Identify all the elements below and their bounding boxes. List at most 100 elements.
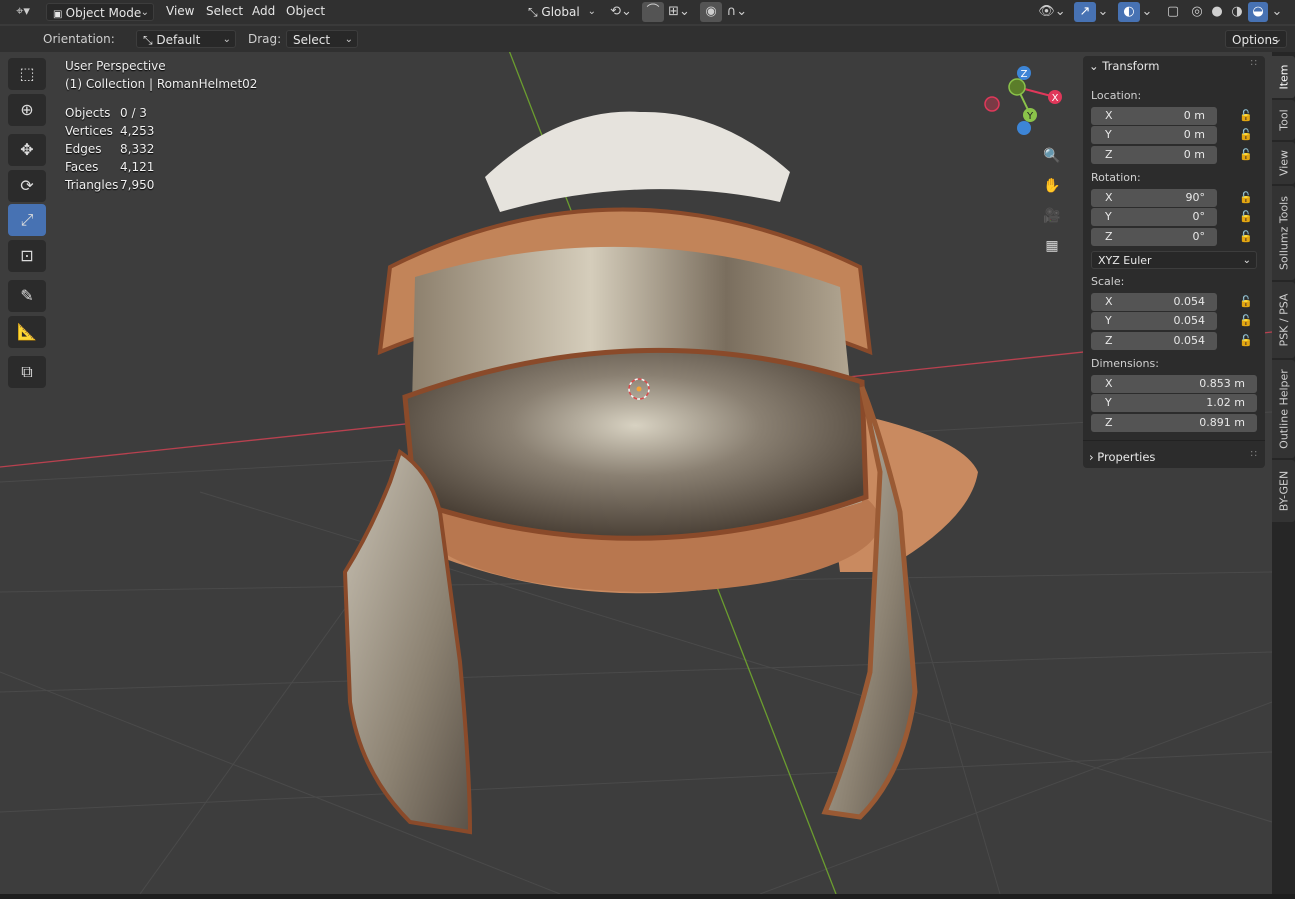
scale-tool[interactable]: ⤢ — [8, 204, 46, 236]
unlock-icon[interactable]: 🔓 — [1239, 230, 1253, 244]
scale-x-field[interactable]: X 0.054 — [1091, 293, 1217, 311]
rotate-tool[interactable]: ⟳ — [8, 170, 46, 202]
gizmo-toggle-icon[interactable]: ↗ — [1074, 2, 1096, 22]
falloff-icon[interactable]: ∩⌄ — [724, 2, 750, 22]
rotation-x-field[interactable]: X 90° — [1091, 189, 1217, 207]
mode-dropdown[interactable]: ▣ Object Mode ⌄ — [46, 3, 154, 21]
move-tool[interactable]: ✥ — [8, 134, 46, 166]
orientation-icon: ⤡ — [528, 5, 542, 19]
unlock-icon[interactable]: 🔓 — [1239, 148, 1253, 162]
menu-add[interactable]: Add — [252, 4, 275, 18]
divider — [1083, 440, 1265, 441]
tab-label: Sollumz Tools — [1277, 196, 1290, 270]
wireframe-shading-icon[interactable]: ◎ — [1188, 2, 1206, 22]
tab-sollumz-tools[interactable]: Sollumz Tools — [1272, 186, 1295, 280]
menu-view[interactable]: View — [166, 4, 194, 18]
chevron-down-icon: ⌄ — [344, 34, 353, 45]
xray-toggle-icon[interactable]: ▢ — [1164, 2, 1182, 22]
stat-value: 4,121 — [120, 160, 155, 174]
axis-label: Z — [1105, 416, 1113, 429]
drag-handle-icon[interactable]: ∷ — [1251, 449, 1257, 460]
unlock-icon[interactable]: 🔓 — [1239, 109, 1253, 123]
solid-shading-icon[interactable]: ● — [1208, 2, 1226, 22]
rotation-y-field[interactable]: Y 0° — [1091, 208, 1217, 226]
tool-settings-bar: Orientation: ⤡ Default ⌄ Drag: Select Bo… — [0, 26, 1295, 65]
chevron-down-icon: ⌄ — [587, 6, 596, 17]
add-cube-tool[interactable]: ⧉ — [8, 356, 46, 388]
axis-label: X — [1105, 377, 1113, 390]
drag-dropdown[interactable]: Select Box ⌄ — [286, 30, 358, 65]
proportional-edit-icon[interactable]: ◉ — [700, 2, 722, 22]
view-name: User Perspective — [65, 59, 166, 73]
dimensions-label: Dimensions: — [1091, 357, 1159, 370]
location-y-field[interactable]: Y 0 m — [1091, 126, 1217, 144]
pan-hand-icon[interactable]: ✋ — [1040, 174, 1064, 198]
unlock-icon[interactable]: 🔓 — [1239, 210, 1253, 224]
tab-psk-psa[interactable]: PSK / PSA — [1272, 282, 1295, 358]
sidebar-tabs: Item Tool View Sollumz Tools PSK / PSA O… — [1272, 52, 1295, 894]
menu-select[interactable]: Select — [206, 4, 243, 18]
transform-panel-header[interactable]: ⌄ Transform — [1089, 59, 1160, 73]
transform-orientation-dropdown[interactable]: ⤡ Global ⌄ — [522, 3, 600, 21]
viewport-header: ⌖▾ ▣ Object Mode ⌄ View Select Add Objec… — [0, 0, 1295, 24]
transform-tool[interactable]: ⊡ — [8, 240, 46, 272]
field-value: 0 m — [1183, 148, 1205, 161]
properties-title: Properties — [1097, 450, 1156, 464]
snap-toggle-icon[interactable]: ⌒ — [642, 2, 664, 22]
scale-y-field[interactable]: Y 0.054 — [1091, 312, 1217, 330]
chevron-down-icon[interactable]: ⌄ — [1096, 2, 1110, 22]
chevron-down-icon[interactable]: ⌄ — [1270, 2, 1284, 22]
material-shading-icon[interactable]: ◑ — [1228, 2, 1246, 22]
status-bar — [0, 894, 1295, 899]
location-z-field[interactable]: Z 0 m — [1091, 146, 1217, 164]
unlock-icon[interactable]: 🔓 — [1239, 191, 1253, 205]
tab-by-gen[interactable]: BY-GEN — [1272, 460, 1295, 522]
dimensions-z-field[interactable]: Z 0.891 m — [1091, 414, 1257, 432]
tab-label: Tool — [1277, 109, 1290, 131]
annotate-tool[interactable]: ✎ — [8, 280, 46, 312]
orientation-dropdown[interactable]: ⤡ Default ⌄ — [136, 30, 236, 48]
scale-z-field[interactable]: Z 0.054 — [1091, 332, 1217, 350]
rendered-shading-icon[interactable]: ◒ — [1248, 2, 1268, 22]
measure-tool[interactable]: 📐 — [8, 316, 46, 348]
unlock-icon[interactable]: 🔓 — [1239, 334, 1253, 348]
orientation-icon: ⤡ — [143, 33, 157, 47]
tab-label: PSK / PSA — [1277, 293, 1290, 347]
pivot-point-icon[interactable]: ⟲⌄ — [606, 2, 636, 22]
rotation-z-field[interactable]: Z 0° — [1091, 228, 1217, 246]
editor-type-icon[interactable]: ⌖▾ — [8, 2, 38, 22]
tab-tool[interactable]: Tool — [1272, 100, 1295, 140]
unlock-icon[interactable]: 🔓 — [1239, 295, 1253, 309]
field-value: 0.054 — [1173, 295, 1206, 308]
chevron-down-icon[interactable]: ⌄ — [1140, 2, 1154, 22]
tab-outline-helper[interactable]: Outline Helper — [1272, 360, 1295, 458]
dimensions-x-field[interactable]: X 0.853 m — [1091, 375, 1257, 393]
stat-label: Edges — [65, 142, 102, 156]
menu-object[interactable]: Object — [286, 4, 325, 18]
snap-target-icon[interactable]: ⊞⌄ — [664, 2, 694, 22]
camera-icon[interactable]: 🎥 — [1040, 204, 1064, 228]
visibility-icon[interactable]: 👁⌄ — [1036, 2, 1068, 22]
overlays-toggle-icon[interactable]: ◐ — [1118, 2, 1140, 22]
rotation-mode-dropdown[interactable]: XYZ Euler ⌄ — [1091, 251, 1257, 269]
drag-handle-icon[interactable]: ∷ — [1251, 58, 1257, 69]
location-label: Location: — [1091, 89, 1142, 102]
zoom-icon[interactable]: 🔍 — [1040, 144, 1064, 168]
move-icon: ✥ — [20, 140, 34, 159]
location-x-field[interactable]: X 0 m — [1091, 107, 1217, 125]
unlock-icon[interactable]: 🔓 — [1239, 314, 1253, 328]
stat-label: Objects — [65, 106, 111, 120]
tab-view[interactable]: View — [1272, 142, 1295, 184]
unlock-icon[interactable]: 🔓 — [1239, 128, 1253, 142]
properties-panel-header[interactable]: › Properties — [1089, 450, 1155, 464]
orientation-value: Default — [156, 33, 201, 47]
options-dropdown[interactable]: Options ⌄ — [1225, 30, 1287, 48]
perspective-grid-icon[interactable]: ▦ — [1040, 234, 1064, 258]
stat-label: Triangles — [65, 178, 119, 192]
select-box-tool[interactable]: ⬚ — [8, 58, 46, 90]
3d-viewport[interactable]: ⬚ ⊕ ✥ ⟳ ⤢ ⊡ ✎ 📐 ⧉ User Perspective (1) C… — [0, 52, 1272, 894]
tab-item[interactable]: Item — [1272, 56, 1295, 98]
navigation-gizmo[interactable]: Z X Y — [980, 62, 1070, 152]
dimensions-y-field[interactable]: Y 1.02 m — [1091, 394, 1257, 412]
cursor-tool[interactable]: ⊕ — [8, 94, 46, 126]
